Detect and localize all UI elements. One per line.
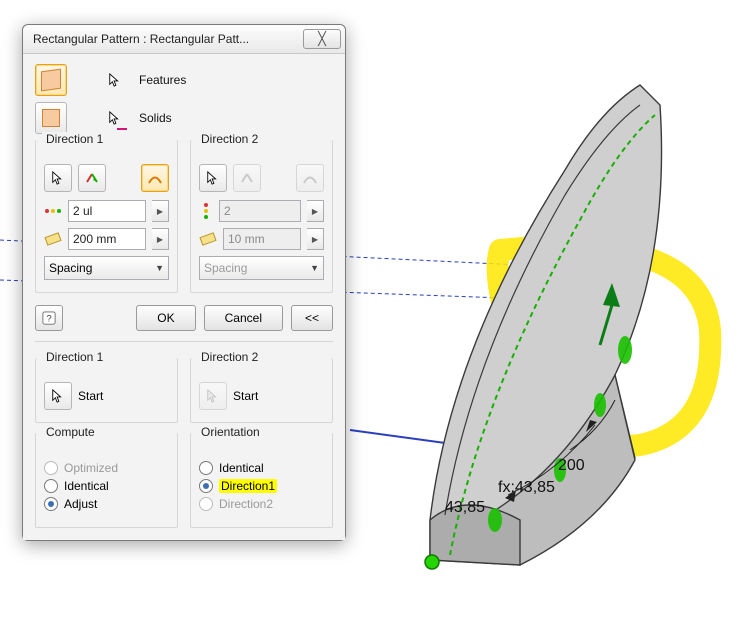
count-icon (44, 204, 62, 218)
features-label: Features (139, 73, 186, 87)
compute-optimized-label: Optimized (64, 461, 118, 475)
dir1-mode-combo[interactable]: Spacing▼ (44, 256, 169, 280)
dir2-distance-flyout[interactable]: ▶ (307, 228, 324, 250)
dir2-mode-value: Spacing (204, 261, 247, 275)
dimension-4385: 43,85 (445, 499, 485, 516)
pattern-solids-mode-icon[interactable] (35, 102, 67, 134)
dir1-mode-value: Spacing (49, 261, 92, 275)
orientation-group: Identical Direction1 Direction2 (190, 433, 333, 528)
dir2-count-input: 2 (219, 200, 301, 222)
close-button[interactable]: ╳ (303, 29, 341, 49)
orientation-direction1-radio[interactable]: Direction1 (199, 479, 324, 493)
distance-icon (44, 231, 62, 247)
dir2-path-icon (296, 164, 324, 192)
orientation-identical-radio[interactable]: Identical (199, 461, 324, 475)
dir1-flip-icon[interactable] (78, 164, 106, 192)
dir1-start-label: Start (78, 389, 103, 403)
compute-optimized-radio: Optimized (44, 461, 169, 475)
compute-adjust-radio[interactable]: Adjust (44, 497, 169, 511)
svg-text:?: ? (46, 314, 51, 325)
dialog-titlebar[interactable]: Rectangular Pattern : Rectangular Patt..… (23, 25, 345, 54)
compute-group: Optimized Identical Adjust (35, 433, 178, 528)
lower-direction1-group: Start (35, 358, 178, 423)
select-features-cursor-icon[interactable] (101, 66, 129, 94)
compute-identical-radio[interactable]: Identical (44, 479, 169, 493)
dir2-flip-icon (233, 164, 261, 192)
dir2-mode-combo: Spacing▼ (199, 256, 324, 280)
dir1-count-input[interactable]: 2 ul (68, 200, 146, 222)
cancel-button[interactable]: Cancel (204, 305, 283, 331)
dir1-distance-input[interactable]: 200 mm (68, 228, 146, 250)
rectangular-pattern-dialog: Rectangular Pattern : Rectangular Patt..… (22, 24, 346, 541)
dir1-path-icon[interactable] (141, 164, 169, 192)
dir2-start-label: Start (233, 389, 258, 403)
dir2-start-pick-icon (199, 382, 227, 410)
direction1-group: 2 ul ▶ 200 mm ▶ Spacing▼ (35, 140, 178, 293)
dimension-fx4385: fx:43,85 (498, 479, 555, 496)
dir1-start-pick-icon[interactable] (44, 382, 72, 410)
direction2-group: 2 ▶ 10 mm ▶ Spacing▼ (190, 140, 333, 293)
dir2-pick-direction-icon[interactable] (199, 164, 227, 192)
compute-identical-label: Identical (64, 479, 109, 493)
dir1-pick-direction-icon[interactable] (44, 164, 72, 192)
count-icon (199, 202, 213, 220)
orientation-direction2-label: Direction2 (219, 497, 273, 511)
dir1-count-flyout[interactable]: ▶ (152, 200, 169, 222)
dimension-200: 200 (558, 457, 585, 474)
lower-direction2-group: Start (190, 358, 333, 423)
dir1-distance-flyout[interactable]: ▶ (152, 228, 169, 250)
dir2-count-flyout[interactable]: ▶ (307, 200, 324, 222)
orientation-identical-label: Identical (219, 461, 264, 475)
orientation-direction2-radio: Direction2 (199, 497, 324, 511)
ok-button[interactable]: OK (136, 305, 195, 331)
orientation-direction1-label: Direction1 (219, 479, 277, 493)
select-solids-cursor-icon[interactable] (101, 104, 129, 132)
compute-adjust-label: Adjust (64, 497, 97, 511)
dialog-title: Rectangular Pattern : Rectangular Patt..… (33, 32, 303, 46)
collapse-button[interactable]: << (291, 305, 333, 331)
help-button[interactable]: ? (35, 305, 63, 331)
distance-icon (199, 231, 217, 247)
solids-label: Solids (139, 111, 172, 125)
dir2-distance-input: 10 mm (223, 228, 301, 250)
pattern-features-mode-icon[interactable] (35, 64, 67, 96)
